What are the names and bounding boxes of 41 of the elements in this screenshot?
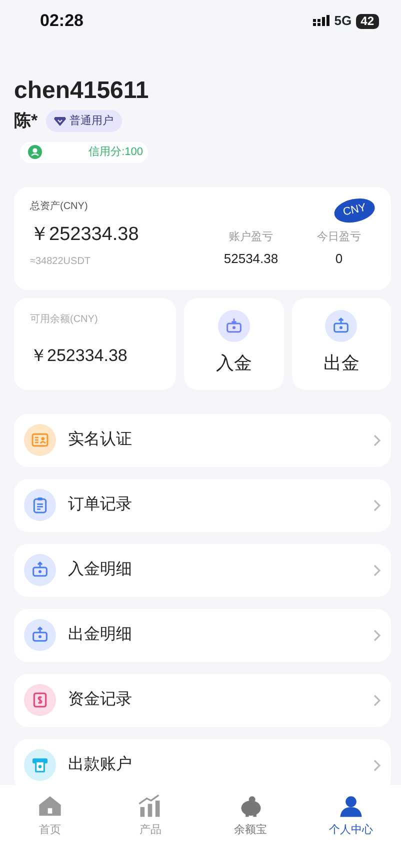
menu-label: 订单记录	[68, 495, 133, 516]
balance-amount: ￥252334.38	[30, 344, 128, 367]
battery-indicator: 42	[356, 14, 379, 28]
action-button[interactable]: 出金	[292, 298, 391, 390]
chevron-right-icon	[373, 434, 381, 447]
menu-item[interactable]: 资金记录	[14, 674, 391, 727]
credit-pill: 信用分:100	[20, 142, 148, 163]
real-name: 陈*	[14, 110, 38, 132]
menu-label: 出款账户	[68, 754, 133, 776]
username: chen415611	[14, 78, 150, 104]
tab[interactable]: 个人中心	[300, 785, 401, 847]
menu-label: 资金记录	[68, 690, 133, 710]
menu-item[interactable]: 订单记录	[14, 478, 391, 532]
chevron-right-icon	[373, 694, 381, 707]
stat-label: 今日盈亏	[316, 230, 362, 245]
diamond-icon	[54, 116, 66, 126]
menu-label: 入金明细	[68, 560, 133, 580]
chevron-right-icon	[373, 758, 381, 772]
assets-label: 总资产(CNY)	[30, 200, 88, 214]
member-badge: 普通用户	[46, 110, 122, 132]
stat-value: 52534.38	[222, 250, 280, 268]
action-button[interactable]: 入金	[184, 298, 284, 390]
status-time: 02:28	[40, 10, 84, 32]
menu-item[interactable]: 入金明细	[14, 544, 391, 597]
credit-icon	[28, 145, 42, 160]
usdt-equivalent: ≈34822USDT	[30, 254, 92, 269]
menu-label: 出金明细	[68, 624, 133, 646]
menu-item[interactable]: 出金明细	[14, 608, 391, 662]
chevron-right-icon	[373, 628, 381, 642]
chevron-right-icon	[373, 498, 381, 512]
network-label: 5G	[334, 12, 352, 30]
menu-item[interactable]: 出款账户	[14, 738, 391, 785]
balance-label: 可用余额(CNY)	[30, 312, 99, 327]
signal-icon	[313, 15, 330, 27]
tab[interactable]: 余额宝	[200, 785, 301, 847]
stat-label: 账户盈亏	[228, 230, 274, 245]
menu-label: 实名认证	[68, 430, 133, 450]
menu-item[interactable]: 实名认证	[14, 414, 391, 467]
total-assets: ￥252334.38	[30, 223, 139, 248]
chevron-right-icon	[373, 564, 381, 577]
stat-value: 0	[334, 250, 344, 268]
